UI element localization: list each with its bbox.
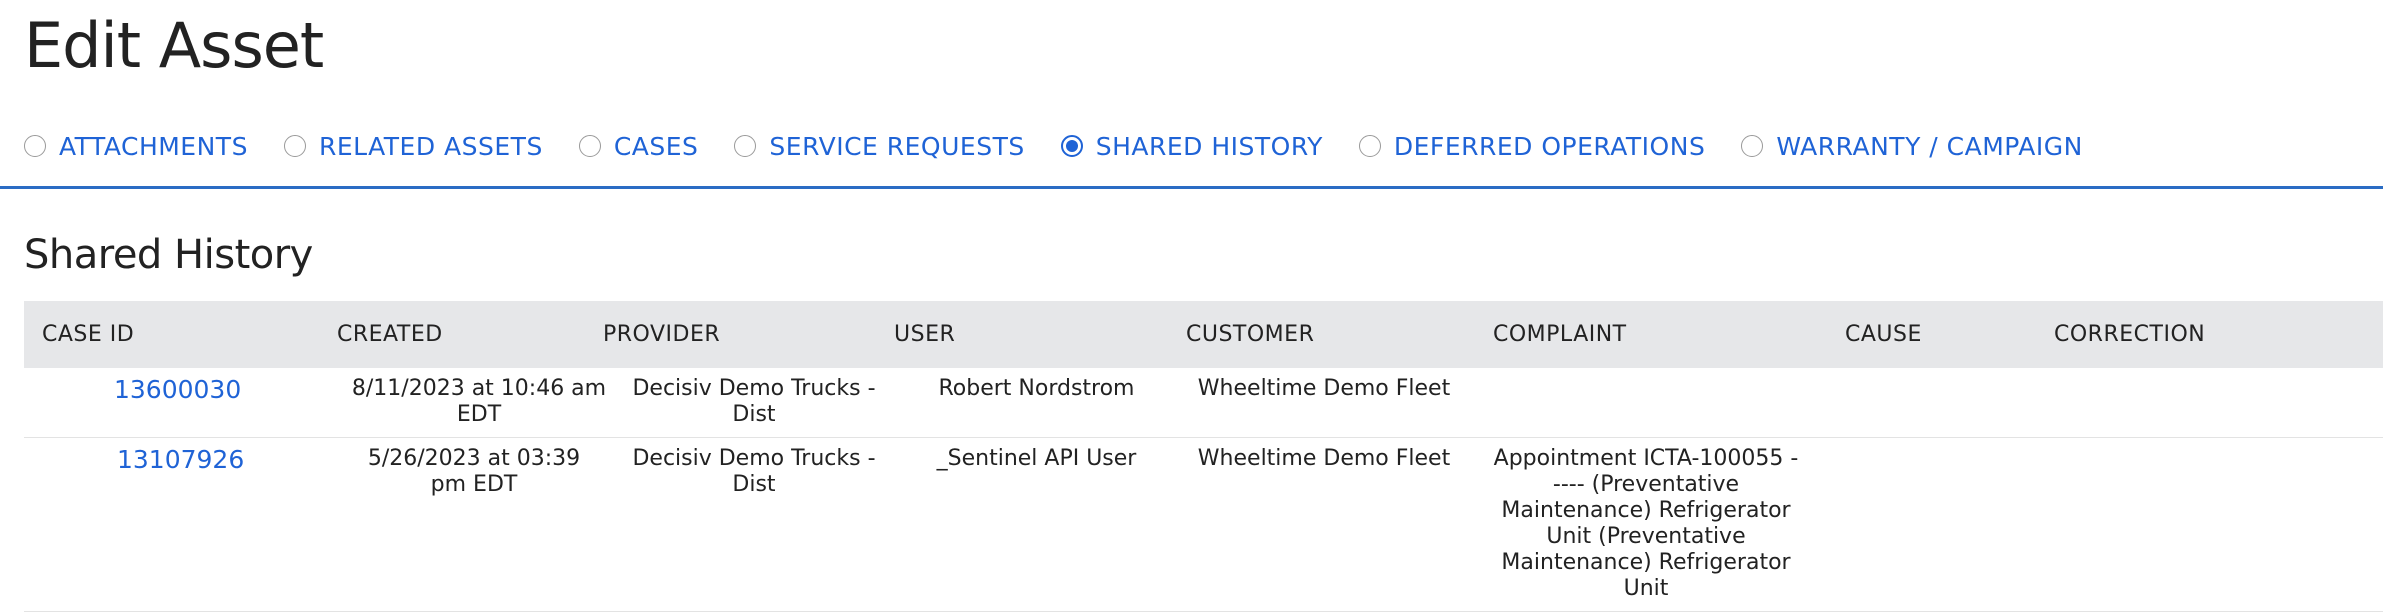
table-row: 13107926 5/26/2023 at 03:39 pm EDT Decis…: [24, 438, 2383, 612]
column-header-cause[interactable]: CAUSE: [1845, 301, 1922, 368]
column-header-complaint[interactable]: COMPLAINT: [1493, 301, 1627, 368]
tab-label: WARRANTY / CAMPAIGN: [1776, 131, 2083, 161]
tab-cases[interactable]: CASES: [578, 131, 699, 161]
tab-service-requests[interactable]: SERVICE REQUESTS: [734, 132, 1024, 161]
tab-bar: ATTACHMENTS RELATED ASSETS CASES SERVICE…: [24, 126, 2119, 166]
user-cell: Robert Nordstrom: [938, 376, 1135, 401]
radio-icon[interactable]: [1741, 135, 1764, 157]
column-header-customer[interactable]: CUSTOMER: [1186, 301, 1314, 368]
complaint-cell: Appointment ICTA-100055 ----- (Preventat…: [1493, 446, 1799, 601]
tab-label: RELATED ASSETS: [318, 131, 543, 161]
created-cell: 8/11/2023 at 10:46 am EDT: [351, 376, 607, 427]
radio-icon[interactable]: [1358, 135, 1381, 157]
created-cell: 5/26/2023 at 03:39 pm EDT: [367, 446, 581, 497]
customer-cell: Wheeltime Demo Fleet: [1197, 376, 1451, 401]
tab-divider: [0, 186, 2383, 189]
tab-shared-history[interactable]: SHARED HISTORY: [1060, 131, 1323, 161]
tab-related-assets[interactable]: RELATED ASSETS: [283, 131, 543, 161]
tab-label: CASES: [613, 131, 699, 161]
tab-label: ATTACHMENTS: [59, 131, 248, 161]
customer-cell: Wheeltime Demo Fleet: [1197, 446, 1451, 471]
table-row: 13600030 8/11/2023 at 10:46 am EDT Decis…: [24, 368, 2383, 438]
user-cell: _Sentinel API User: [936, 446, 1137, 471]
table-header: CASE ID CREATED PROVIDER USER CUSTOMER C…: [24, 301, 2383, 368]
column-header-user[interactable]: USER: [894, 301, 955, 368]
shared-history-table: CASE ID CREATED PROVIDER USER CUSTOMER C…: [24, 301, 2383, 612]
column-header-case-id[interactable]: CASE ID: [42, 301, 134, 368]
case-id-link[interactable]: 13107926: [64, 447, 324, 473]
section-title: Shared History: [24, 232, 313, 278]
radio-icon[interactable]: [24, 135, 46, 157]
tab-label: SHARED HISTORY: [1095, 131, 1323, 161]
radio-icon[interactable]: [578, 135, 601, 157]
tab-attachments[interactable]: ATTACHMENTS: [24, 132, 248, 161]
radio-icon[interactable]: [283, 135, 306, 157]
tab-deferred-operations[interactable]: DEFERRED OPERATIONS: [1358, 131, 1706, 161]
provider-cell: Decisiv Demo Trucks - Dist: [632, 376, 876, 427]
column-header-provider[interactable]: PROVIDER: [603, 301, 720, 368]
radio-icon[interactable]: [734, 135, 757, 157]
case-id-link[interactable]: 13600030: [64, 377, 324, 403]
column-header-correction[interactable]: CORRECTION: [2054, 301, 2205, 368]
page-title: Edit Asset: [24, 9, 324, 82]
provider-cell: Decisiv Demo Trucks - Dist: [632, 446, 876, 497]
radio-selected-icon[interactable]: [1060, 135, 1083, 157]
tab-label: SERVICE REQUESTS: [769, 131, 1025, 161]
tab-label: DEFERRED OPERATIONS: [1393, 131, 1706, 161]
column-header-created[interactable]: CREATED: [337, 301, 443, 368]
tab-warranty-campaign[interactable]: WARRANTY / CAMPAIGN: [1741, 132, 2083, 161]
